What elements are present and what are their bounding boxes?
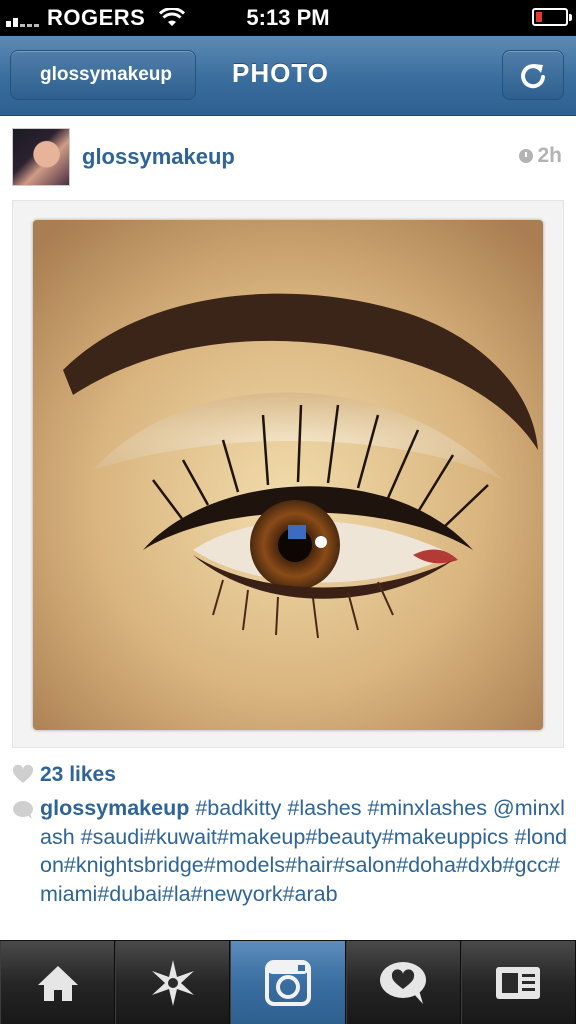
comment-icon (13, 801, 33, 819)
caption-username[interactable]: glossymakeup (40, 796, 189, 820)
tab-camera[interactable] (230, 941, 346, 1024)
news-heart-bubble-icon (380, 962, 427, 1004)
tab-news[interactable] (345, 941, 461, 1024)
profile-card-icon (496, 967, 541, 999)
caption-text: glossymakeup #badkitty #lashes #minxlash… (40, 794, 568, 908)
post-photo[interactable] (33, 220, 543, 730)
camera-icon (265, 960, 311, 1006)
photo-frame (12, 200, 564, 748)
caption: glossymakeup #badkitty #lashes #minxlash… (12, 794, 568, 908)
page-title: PHOTO (232, 58, 329, 88)
status-time: 5:13 PM (246, 5, 330, 30)
explore-star-icon (151, 960, 194, 1006)
nav-bar: glossymakeup PHOTO (0, 36, 576, 116)
timestamp-text: 2h (537, 144, 562, 167)
likes-row[interactable]: 23 likes (12, 760, 116, 790)
post-timestamp: 2h (519, 144, 562, 168)
back-button[interactable]: glossymakeup (10, 50, 196, 100)
refresh-button[interactable] (502, 50, 564, 100)
likes-count[interactable]: 23 likes (40, 763, 116, 787)
heart-icon (12, 764, 34, 783)
battery-icon (532, 8, 572, 26)
post-username[interactable]: glossymakeup (82, 144, 235, 170)
tab-home[interactable] (0, 941, 116, 1024)
tab-bar (0, 940, 576, 1024)
eye-makeup-photo (33, 220, 543, 730)
tab-explore[interactable] (115, 941, 231, 1024)
clock-icon (519, 149, 534, 163)
refresh-icon (521, 64, 545, 89)
tab-profile[interactable] (460, 941, 576, 1024)
status-bar: ROGERS 5:13 PM (0, 0, 576, 36)
home-icon (37, 966, 78, 1001)
avatar[interactable] (12, 128, 70, 186)
back-button-label: glossymakeup (40, 64, 172, 85)
post-header: glossymakeup 2h (0, 116, 576, 200)
